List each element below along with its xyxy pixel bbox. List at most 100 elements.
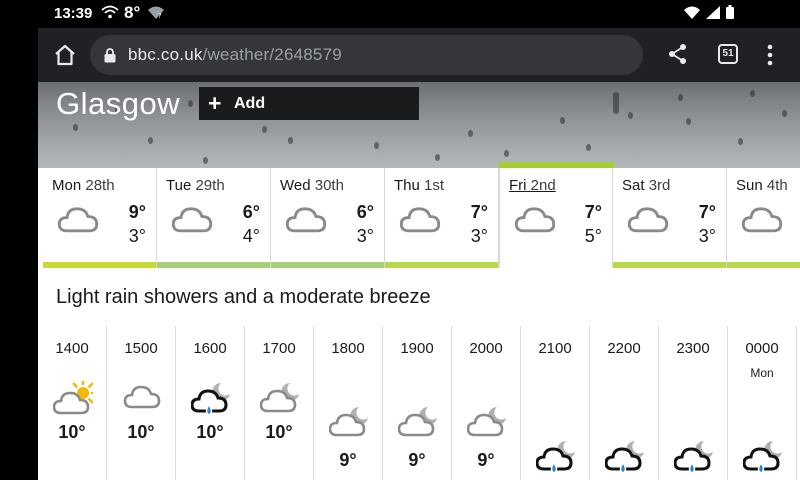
rain-shower-night-icon: [604, 439, 645, 480]
hour-time: 2000: [469, 340, 503, 357]
status-time: 13:39: [54, 5, 93, 22]
day-high-temp: 7°: [698, 202, 716, 222]
temperature-bar: [613, 262, 726, 268]
url-text[interactable]: bbc.co.uk/weather/2648579: [128, 45, 342, 65]
hour-temperature: 9°: [477, 450, 495, 470]
add-location-label: Add: [234, 95, 266, 112]
cloud-icon: [284, 202, 328, 247]
rain-shower-night-icon: [742, 439, 783, 480]
url-path: /weather/2648579: [202, 45, 342, 64]
day-tab[interactable]: Sun 4th: [727, 168, 800, 268]
day-tab[interactable]: Tue 29th 6° 4°: [157, 168, 271, 268]
rain-shower-night-icon: [190, 381, 231, 422]
hour-time: 1500: [124, 340, 158, 357]
hour-time: 2200: [607, 340, 641, 357]
temperature-bar: [727, 262, 800, 268]
day-date: 3rd: [648, 177, 671, 194]
hour-temperature: 10°: [196, 422, 224, 442]
temperature-bar: [385, 262, 498, 268]
day-high-temp: 6°: [356, 202, 374, 222]
hourly-column[interactable]: 2200: [590, 326, 659, 480]
cloud-icon: [398, 202, 442, 247]
hourly-column[interactable]: 2300: [659, 326, 728, 480]
hour-temperature: 10°: [58, 422, 86, 442]
plus-icon: +: [208, 90, 222, 116]
cloud-icon: [513, 202, 557, 247]
signal-icon: [706, 5, 720, 19]
wifi-question-icon: ?: [148, 6, 164, 19]
url-domain: bbc.co.uk: [128, 45, 203, 64]
cloud-night-icon: [328, 405, 369, 446]
day-tabs: Mon 28th 9° 3° Tue 29th 6° 4° Wed 30th 6° 3° Thu …: [38, 162, 800, 268]
hour-time: 1900: [400, 340, 434, 357]
cloud-night-icon: [259, 381, 300, 422]
day-low-temp: 3°: [128, 226, 146, 246]
day-label: Thu 1st: [394, 177, 444, 194]
cloud-night-icon: [397, 405, 438, 446]
day-high-temp: 6°: [242, 202, 260, 222]
weather-summary: Light rain showers and a moderate breeze: [56, 286, 431, 308]
location-name: Glasgow: [56, 86, 181, 121]
status-icons: [684, 5, 734, 19]
cloud-icon: [122, 381, 162, 422]
svg-text:?: ?: [158, 12, 162, 19]
day-date: 4th: [766, 177, 788, 194]
day-name: Wed: [280, 177, 311, 194]
hourly-column[interactable]: 0000 Mon: [728, 326, 797, 480]
add-location-button[interactable]: + Add: [199, 87, 419, 120]
cloud-icon: [56, 202, 100, 247]
hourly-column[interactable]: 1600 10°: [176, 326, 245, 480]
home-icon[interactable]: [52, 42, 78, 68]
day-name: Tue: [166, 177, 192, 194]
browser-toolbar: bbc.co.uk/weather/2648579 51: [38, 28, 800, 82]
wifi-icon: [101, 5, 119, 19]
day-tab[interactable]: Mon 28th 9° 3°: [43, 168, 157, 268]
tab-switcher-button[interactable]: 51: [718, 44, 738, 64]
hourly-column[interactable]: 1500 10°: [107, 326, 176, 480]
lock-icon: [104, 48, 116, 63]
hourly-forecast: 1400 10° 1500 10° 1600 10° 1700 10° 1800 9° 1900 9°…: [38, 326, 800, 480]
hour-time: 1700: [262, 340, 296, 357]
day-date: 30th: [314, 177, 344, 194]
hourly-column[interactable]: 2000 9°: [452, 326, 521, 480]
day-high-temp: 7°: [584, 202, 602, 222]
day-name: Sat: [622, 177, 645, 194]
hourly-column[interactable]: 1700 10°: [245, 326, 314, 480]
sun-cloud-icon: [52, 378, 98, 422]
hour-time: 1400: [55, 340, 89, 357]
battery-icon: [726, 5, 734, 19]
day-date: 28th: [85, 177, 115, 194]
day-date: 29th: [195, 177, 225, 194]
day-tab[interactable]: Wed 30th 6° 3°: [271, 168, 385, 268]
hour-temperature: 10°: [127, 422, 155, 442]
day-low-temp: 3°: [698, 226, 716, 246]
more-menu-icon[interactable]: [767, 44, 773, 66]
day-name: Mon: [52, 177, 82, 194]
day-low-temp: 3°: [356, 226, 374, 246]
selected-indicator: [499, 162, 614, 168]
hour-temperature: 9°: [339, 450, 357, 470]
day-tab[interactable]: Sat 3rd 7° 3°: [613, 168, 727, 268]
location-banner: Glasgow + Add: [38, 82, 800, 168]
day-tab[interactable]: Thu 1st 7° 3°: [385, 168, 499, 268]
rain-shower-night-icon: [535, 439, 576, 480]
hourly-column[interactable]: 1800 9°: [314, 326, 383, 480]
hourly-column[interactable]: 2100: [521, 326, 590, 480]
status-bar: 13:39 8° ?: [0, 0, 800, 28]
hour-time: 2100: [538, 340, 572, 357]
day-label: Sat 3rd: [622, 177, 670, 194]
hourly-column[interactable]: 1900 9°: [383, 326, 452, 480]
day-name: Fri: [509, 177, 527, 194]
hourly-column[interactable]: 1400 10°: [38, 326, 107, 480]
day-high-temp: 7°: [470, 202, 488, 222]
url-bar[interactable]: bbc.co.uk/weather/2648579: [90, 35, 643, 75]
share-icon[interactable]: [668, 43, 688, 65]
day-low-temp: 4°: [242, 226, 260, 246]
hour-time: 2300: [676, 340, 710, 357]
day-high-temp: 9°: [128, 202, 146, 222]
cloud-icon: [740, 202, 784, 247]
rain-shower-night-icon: [673, 439, 714, 480]
wifi-full-icon: [684, 6, 700, 19]
hour-day-label: Mon: [750, 366, 774, 380]
day-tab[interactable]: Fri 2nd 7° 5°: [499, 162, 614, 268]
